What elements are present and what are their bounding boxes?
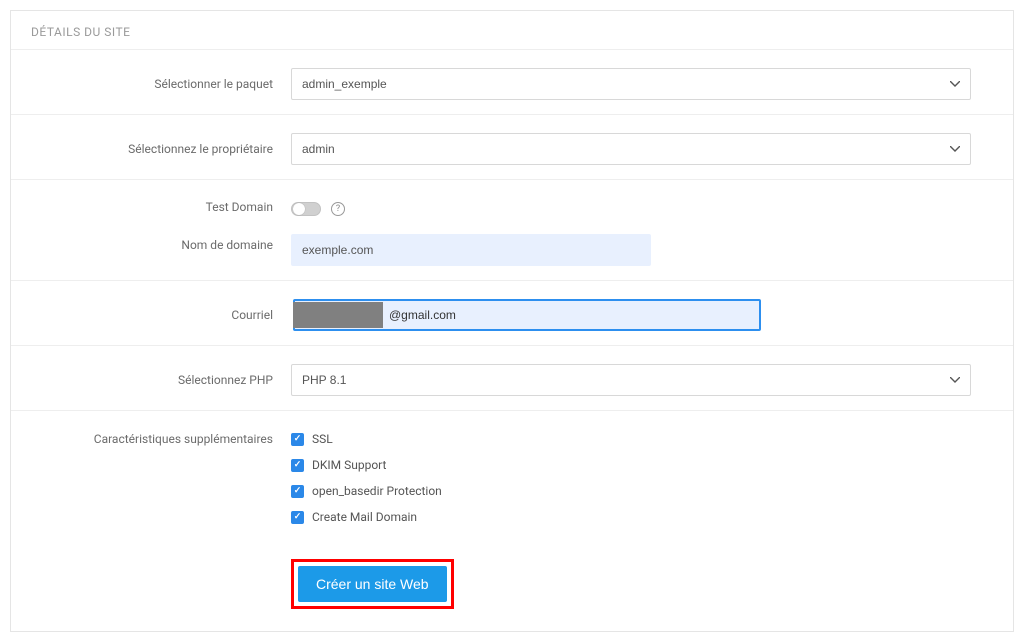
panel-title: DÉTAILS DU SITE	[11, 11, 1013, 49]
select-php[interactable]: PHP 8.1	[291, 364, 971, 396]
label-owner: Sélectionnez le propriétaire	[31, 142, 291, 156]
feature-label: open_basedir Protection	[312, 484, 442, 498]
label-package: Sélectionner le paquet	[31, 77, 291, 91]
feature-label: SSL	[312, 432, 333, 446]
checkbox-ssl[interactable]: ✓	[291, 433, 304, 446]
label-domain: Nom de domaine	[31, 238, 273, 252]
select-owner[interactable]: admin	[291, 133, 971, 165]
label-features: Caractéristiques supplémentaires	[31, 429, 291, 446]
label-test-domain: Test Domain	[31, 200, 273, 214]
row-features: Caractéristiques supplémentaires ✓ SSL ✓…	[11, 411, 1013, 549]
feature-dkim: ✓ DKIM Support	[291, 455, 971, 475]
redacted-block	[293, 302, 383, 328]
feature-label: Create Mail Domain	[312, 510, 417, 524]
toggle-test-domain[interactable]	[291, 202, 321, 216]
row-package: Sélectionner le paquet admin_exemple	[11, 50, 1013, 115]
feature-label: DKIM Support	[312, 458, 386, 472]
feature-openbasedir: ✓ open_basedir Protection	[291, 481, 971, 501]
row-owner: Sélectionnez le propriétaire admin	[11, 115, 1013, 180]
highlight-box: Créer un site Web	[291, 559, 454, 609]
create-site-button[interactable]: Créer un site Web	[298, 566, 447, 602]
checkbox-openbasedir[interactable]: ✓	[291, 485, 304, 498]
row-submit: Créer un site Web	[11, 549, 1013, 631]
row-domain-block: Test Domain Nom de domaine ?	[11, 180, 1013, 281]
help-icon[interactable]: ?	[331, 202, 345, 216]
feature-ssl: ✓ SSL	[291, 429, 971, 449]
site-details-panel: DÉTAILS DU SITE Sélectionner le paquet a…	[10, 10, 1014, 632]
feature-maildomain: ✓ Create Mail Domain	[291, 507, 971, 527]
label-php: Sélectionnez PHP	[31, 373, 291, 387]
row-email: Courriel	[11, 281, 1013, 346]
label-email: Courriel	[31, 308, 291, 322]
checkbox-dkim[interactable]: ✓	[291, 459, 304, 472]
select-package[interactable]: admin_exemple	[291, 68, 971, 100]
input-domain[interactable]	[291, 234, 651, 266]
checkbox-maildomain[interactable]: ✓	[291, 511, 304, 524]
row-php: Sélectionnez PHP PHP 8.1	[11, 346, 1013, 411]
